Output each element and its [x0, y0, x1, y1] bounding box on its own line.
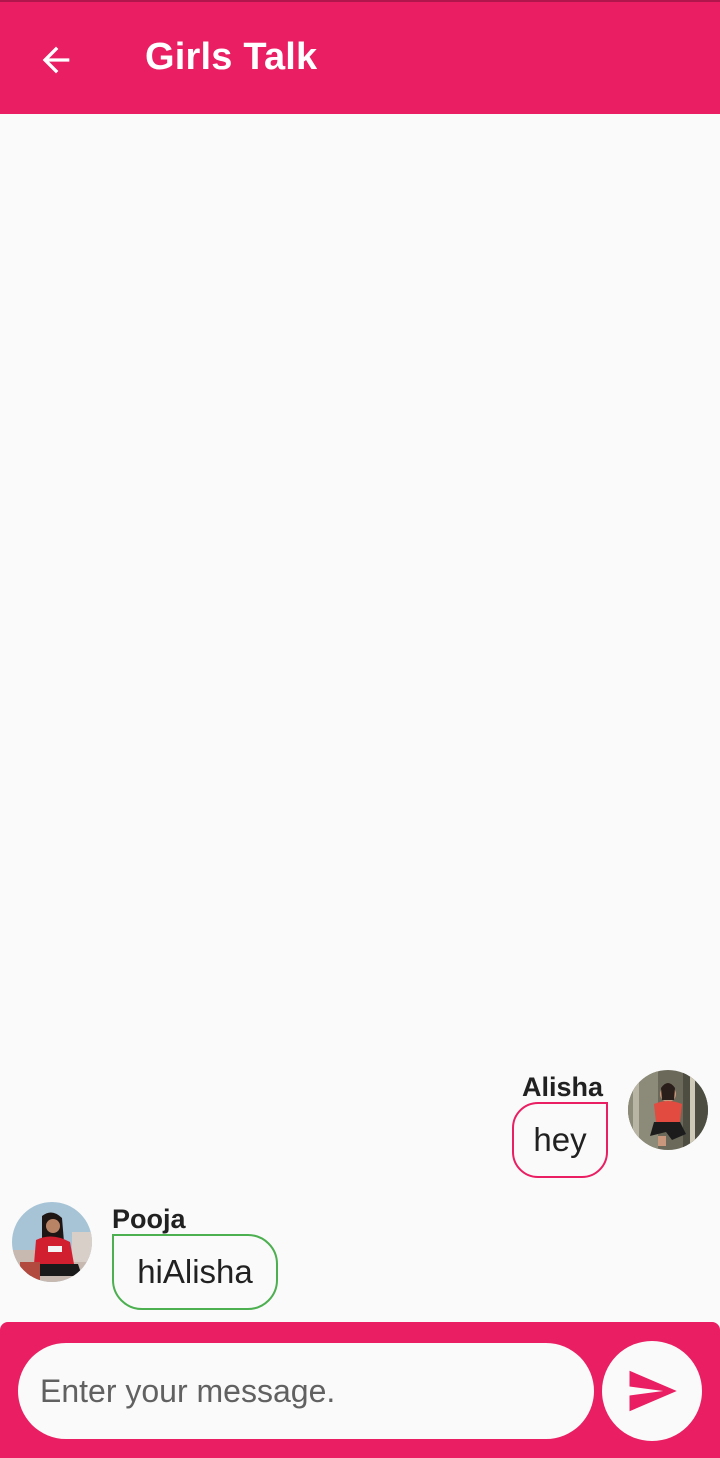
avatar-pooja[interactable]	[12, 1202, 92, 1282]
send-icon	[629, 1370, 677, 1412]
message-bubble[interactable]: hey	[512, 1102, 608, 1178]
chat-screen: Girls Talk Alisha hey Pooja hiAlisha Ent…	[0, 0, 720, 1458]
send-button[interactable]	[602, 1341, 702, 1441]
sender-name: Pooja	[112, 1204, 186, 1234]
arrow-left-icon	[42, 46, 70, 74]
message-bubble[interactable]: hiAlisha	[112, 1234, 278, 1310]
app-bar: Girls Talk	[0, 0, 720, 114]
message-input[interactable]	[18, 1343, 594, 1439]
message-text: hey	[533, 1121, 587, 1158]
composer-bar	[0, 1322, 720, 1458]
message-text: hiAlisha	[137, 1253, 253, 1290]
avatar-alisha[interactable]	[628, 1070, 708, 1150]
sender-name: Alisha	[522, 1072, 604, 1102]
back-button[interactable]	[28, 32, 84, 88]
chat-title: Girls Talk	[145, 36, 318, 78]
